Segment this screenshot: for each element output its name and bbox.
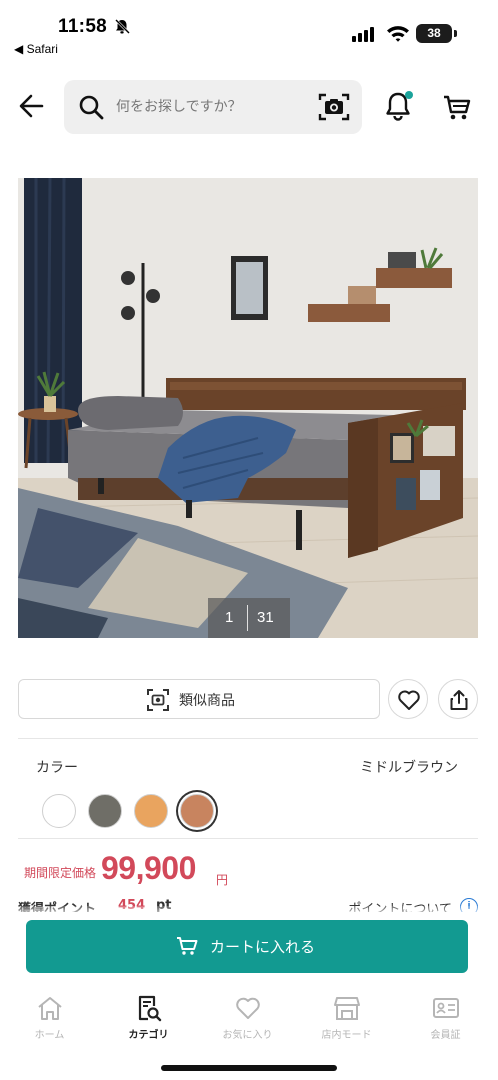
image-scan-icon: [147, 689, 169, 711]
wifi-icon: [387, 26, 409, 42]
divider: [18, 838, 478, 839]
tab-category[interactable]: カテゴリ: [99, 988, 198, 1048]
battery-nub: [454, 30, 457, 37]
favorite-button[interactable]: [388, 679, 428, 719]
status-time: 11:58: [58, 16, 108, 37]
search-icon: [79, 95, 104, 120]
heart-icon: [236, 997, 260, 1019]
cart-icon[interactable]: [442, 92, 472, 122]
search-bar[interactable]: [64, 80, 362, 134]
cellular-signal-icon: [352, 27, 374, 42]
image-counter: 1 31: [208, 598, 290, 638]
image-counter-divider: [247, 605, 248, 631]
store-icon: [334, 997, 360, 1020]
tab-favorites-label: お気に入り: [222, 1030, 273, 1041]
silent-bell-icon: [115, 19, 130, 34]
price-value: 99,900: [101, 850, 196, 886]
limited-price-label: 期間限定価格: [24, 866, 97, 880]
heart-icon: [398, 690, 420, 710]
cart-icon: [177, 937, 198, 955]
color-section-title: カラー: [36, 760, 78, 776]
similar-items-label: 類似商品: [179, 693, 235, 709]
image-counter-current: 1: [225, 609, 234, 626]
share-icon: [450, 690, 468, 710]
divider: [18, 738, 478, 739]
similar-items-button[interactable]: 類似商品: [18, 679, 380, 719]
notification-badge: [405, 91, 413, 99]
tab-home[interactable]: ホーム: [0, 988, 99, 1048]
scroll-fade: [0, 906, 498, 918]
category-search-icon: [138, 995, 162, 1022]
color-swatch-middle-brown[interactable]: [180, 794, 214, 828]
add-to-cart-label: カートに入れる: [210, 938, 316, 956]
color-swatch-gray[interactable]: [88, 794, 122, 828]
home-icon: [38, 997, 62, 1020]
selected-color-name: ミドルブラウン: [360, 760, 458, 776]
tab-member-card-label: 会員証: [430, 1030, 461, 1041]
tab-store-mode-label: 店内モード: [321, 1030, 372, 1041]
share-button[interactable]: [438, 679, 478, 719]
color-swatch-white[interactable]: [42, 794, 76, 828]
tab-member-card[interactable]: 会員証: [396, 988, 495, 1048]
search-input[interactable]: [116, 96, 312, 118]
tab-favorites[interactable]: お気に入り: [198, 988, 297, 1048]
color-swatch-light-brown[interactable]: [134, 794, 168, 828]
back-arrow-button[interactable]: [14, 88, 50, 124]
tab-store-mode[interactable]: 店内モード: [297, 988, 396, 1048]
status-bar: 11:58 ◀ Safari 38: [0, 0, 498, 64]
camera-search-icon[interactable]: [318, 92, 350, 122]
sofa-bed-photo: [18, 178, 478, 638]
member-card-icon: [433, 998, 459, 1018]
product-image[interactable]: [18, 178, 478, 638]
tab-category-label: カテゴリ: [128, 1030, 169, 1041]
back-to-safari-link[interactable]: ◀ Safari: [14, 42, 58, 56]
home-indicator: [161, 1065, 337, 1071]
product-detail-page: 11:58 ◀ Safari 38 何をお探しですか？ 1 31 類似商品 カラ…: [0, 0, 498, 1080]
add-to-cart-button[interactable]: カートに入れる: [26, 920, 468, 973]
battery-indicator: 38: [416, 24, 452, 43]
tab-home-label: ホーム: [34, 1030, 65, 1041]
price-unit: 円: [216, 873, 229, 887]
image-counter-total: 31: [257, 609, 274, 626]
